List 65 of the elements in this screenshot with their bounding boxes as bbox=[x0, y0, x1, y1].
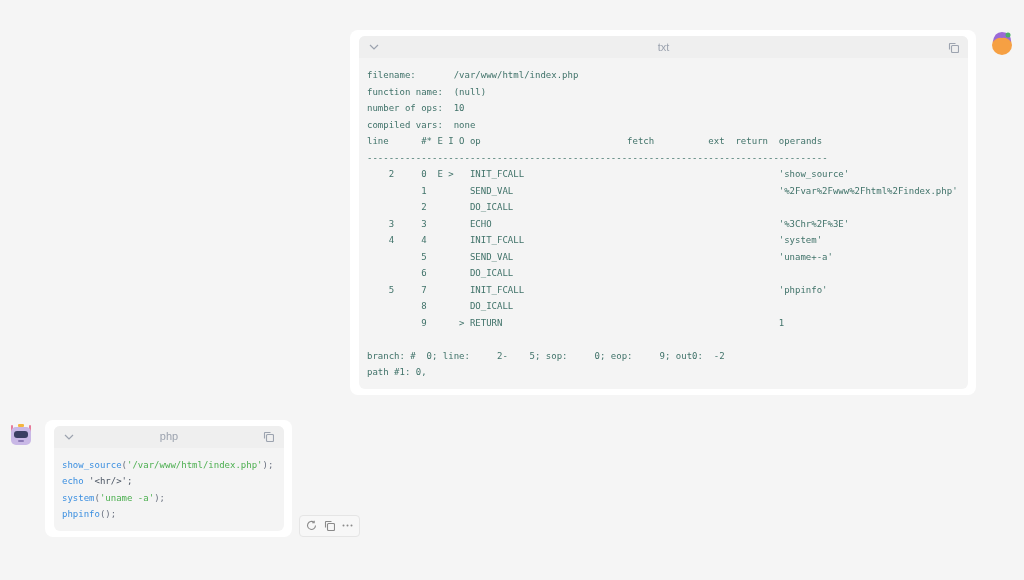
output-value: /var/www/html/index.php bbox=[453, 69, 579, 82]
table-cell-text: > bbox=[459, 316, 466, 330]
output-line: path #1: 0, bbox=[367, 366, 427, 379]
copy-button[interactable] bbox=[324, 520, 335, 531]
output-label: filename: bbox=[367, 69, 417, 82]
copy-icon bbox=[263, 431, 275, 442]
copy-button[interactable] bbox=[947, 41, 959, 53]
table-cell-text: 'phpinfo' bbox=[778, 283, 828, 297]
copy-button[interactable] bbox=[263, 430, 275, 443]
output-value: 10 bbox=[453, 102, 465, 115]
output-label: number of ops: bbox=[367, 102, 444, 115]
table-cell-text: 2 bbox=[420, 201, 427, 214]
table-cell-text: 0 bbox=[420, 168, 427, 181]
table-cell-text: 'show_source' bbox=[778, 168, 850, 181]
table-cell-text: 'system' bbox=[778, 234, 823, 247]
table-cell-text: > bbox=[448, 168, 455, 181]
table-cell-text: 1 bbox=[420, 184, 427, 198]
table-cell-text: 'uname+-a' bbox=[778, 250, 833, 264]
user-avatar bbox=[990, 30, 1014, 56]
chevron-down-icon bbox=[369, 44, 379, 50]
copy-icon bbox=[324, 520, 335, 531]
table-header-line: line #* E I O op fetch ext return operands bbox=[367, 135, 823, 148]
robot-avatar bbox=[9, 422, 33, 447]
table-cell-text: 7 bbox=[420, 283, 427, 297]
more-icon bbox=[342, 524, 353, 527]
table-cell-text: '%3Chr%2F%3E' bbox=[778, 217, 850, 231]
regenerate-button[interactable] bbox=[306, 520, 317, 531]
table-cell-text: DO_ICALL bbox=[469, 300, 515, 313]
table-cell-text: INIT_FCALL bbox=[469, 283, 526, 297]
table-cell-text: 5 bbox=[420, 250, 427, 264]
table-cell-text: ECHO bbox=[469, 217, 493, 231]
code-language-label: txt bbox=[657, 39, 670, 55]
dashed-rule: ------------------------------------------------------------------------------------- bbox=[367, 151, 828, 165]
table-cell-text: INIT_FCALL bbox=[469, 168, 526, 181]
table-cell-text: 1 bbox=[778, 316, 785, 330]
table-cell-text: SEND_VAL bbox=[469, 184, 515, 198]
table-cell-text: 3 bbox=[420, 217, 427, 231]
table-cell-text: 8 bbox=[420, 300, 427, 313]
chevron-down-icon bbox=[64, 433, 74, 440]
table-cell-text: DO_ICALL bbox=[469, 267, 515, 280]
code-language-label: php bbox=[159, 429, 179, 445]
table-cell-text: 3 bbox=[387, 217, 395, 231]
code-line: show_source('/var/www/html/index.php'); bbox=[62, 458, 274, 472]
table-cell-text: INIT_FCALL bbox=[469, 234, 526, 247]
table-cell-text: SEND_VAL bbox=[469, 250, 515, 264]
refresh-icon bbox=[306, 520, 317, 531]
table-cell-text: 4 bbox=[420, 234, 427, 247]
copy-icon bbox=[947, 41, 959, 53]
table-cell-text: '%2Fvar%2Fwww%2Fhtml%2Findex.php' bbox=[778, 184, 958, 198]
code-line: system('uname -a'); bbox=[62, 491, 165, 505]
table-cell-text: 6 bbox=[420, 267, 427, 280]
table-cell-text: 4 bbox=[387, 234, 395, 247]
output-value: (null) bbox=[453, 85, 487, 99]
table-cell-text: 2 bbox=[387, 168, 395, 181]
table-cell-text: RETURN bbox=[469, 316, 504, 330]
table-cell-text: 5 bbox=[387, 283, 395, 297]
output-label: function name: bbox=[367, 85, 444, 99]
output-line: branch: # 0; line: 2- 5; sop: 0; eop: 9; out0: -2 bbox=[367, 349, 725, 363]
code-line: phpinfo(); bbox=[62, 508, 117, 521]
table-cell-text: DO_ICALL bbox=[469, 201, 515, 214]
table-cell-text: E bbox=[437, 168, 444, 181]
output-value: none bbox=[453, 118, 476, 132]
output-label: compiled vars: bbox=[367, 118, 444, 132]
code-line: echo '<hr/>'; bbox=[62, 475, 133, 488]
table-cell-text: 9 bbox=[420, 316, 427, 330]
